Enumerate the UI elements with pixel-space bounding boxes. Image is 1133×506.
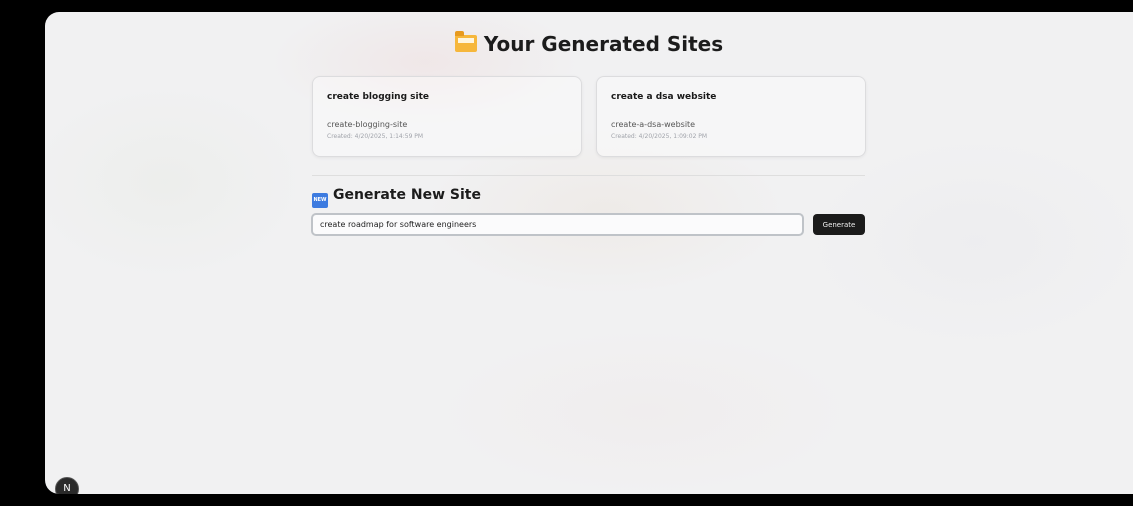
folder-icon [454,31,477,52]
site-card-title: create a dsa website [611,92,717,102]
site-card-slug: create-blogging-site [327,120,408,129]
generate-title-text: Generate New Site [333,187,481,203]
nextjs-dev-badge-icon[interactable]: N [55,477,79,494]
site-card[interactable]: create blogging site create-blogging-sit… [312,76,582,157]
site-card-title: create blogging site [327,92,430,102]
new-icon: NEW [312,193,328,208]
site-card-list: create blogging site create-blogging-sit… [312,76,866,157]
generate-section-title: NEW Generate New Site [312,187,481,208]
section-divider [312,175,865,176]
page-title-text: Your Generated Sites [483,32,724,56]
site-card-slug: create-a-dsa-website [611,120,696,129]
site-prompt-input[interactable] [311,213,804,236]
site-card-date: Created: 4/20/2025, 1:09:02 PM [611,133,708,140]
generate-button[interactable]: Generate [813,214,865,235]
page-title: Your Generated Sites [45,31,1133,56]
site-card[interactable]: create a dsa website create-a-dsa-websit… [596,76,866,157]
app-page: Your Generated Sites create blogging sit… [45,12,1133,494]
site-card-date: Created: 4/20/2025, 1:14:59 PM [327,133,424,140]
